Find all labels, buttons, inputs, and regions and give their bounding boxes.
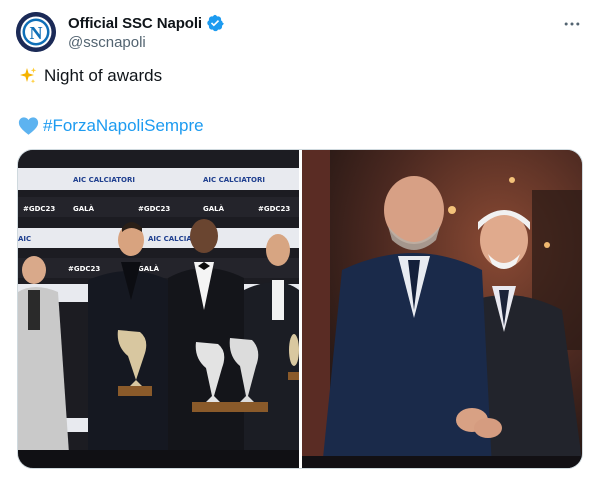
author-name-row[interactable]: Official SSC Napoli	[68, 13, 224, 33]
photo-spalletti-de-laurentiis[interactable]	[302, 150, 582, 468]
light-blue-heart-icon	[18, 116, 39, 136]
svg-text:#GDC23: #GDC23	[138, 205, 170, 213]
svg-text:GALÀ: GALÀ	[138, 264, 160, 273]
svg-text:AIC: AIC	[18, 235, 31, 243]
svg-text:AIC CALCIATORI: AIC CALCIATORI	[73, 176, 135, 184]
ssc-napoli-crest-icon: N	[16, 12, 56, 52]
media-grid: AIC CALCIATORI AIC CALCIATORI AIC CALCIA…	[17, 149, 583, 469]
photo-awards-players[interactable]: AIC CALCIATORI AIC CALCIATORI AIC CALCIA…	[18, 150, 299, 468]
svg-text:#GDC23: #GDC23	[258, 205, 290, 213]
svg-text:#GDC23: #GDC23	[68, 265, 100, 273]
author-avatar[interactable]: N	[16, 12, 56, 52]
svg-text:AIC CALCIATORI: AIC CALCIATORI	[203, 176, 265, 184]
author-handle[interactable]: @sscnapoli	[68, 34, 146, 51]
more-options-button[interactable]	[560, 12, 584, 36]
tweet-text-line-2: #ForzaNapoliSempre	[18, 116, 204, 136]
svg-text:N: N	[30, 23, 43, 43]
sparkles-icon	[18, 66, 38, 86]
tweet-card[interactable]: N Official SSC Napoli @sscnapoli Night o	[0, 0, 598, 480]
tweet-text-line-1: Night of awards	[18, 66, 162, 86]
awards-players-image: AIC CALCIATORI AIC CALCIATORI AIC CALCIA…	[18, 150, 299, 468]
tweet-text: Night of awards	[44, 66, 163, 85]
svg-text:#GDC23: #GDC23	[23, 205, 55, 213]
verified-badge-icon[interactable]	[206, 14, 224, 32]
svg-text:GALÀ: GALÀ	[203, 204, 225, 213]
author-display-name[interactable]: Official SSC Napoli	[68, 15, 202, 32]
handshake-portrait-image	[302, 150, 582, 468]
svg-text:GALÀ: GALÀ	[73, 204, 95, 213]
hashtag-link[interactable]: #ForzaNapoliSempre	[43, 116, 204, 136]
more-horizontal-icon	[564, 22, 580, 26]
